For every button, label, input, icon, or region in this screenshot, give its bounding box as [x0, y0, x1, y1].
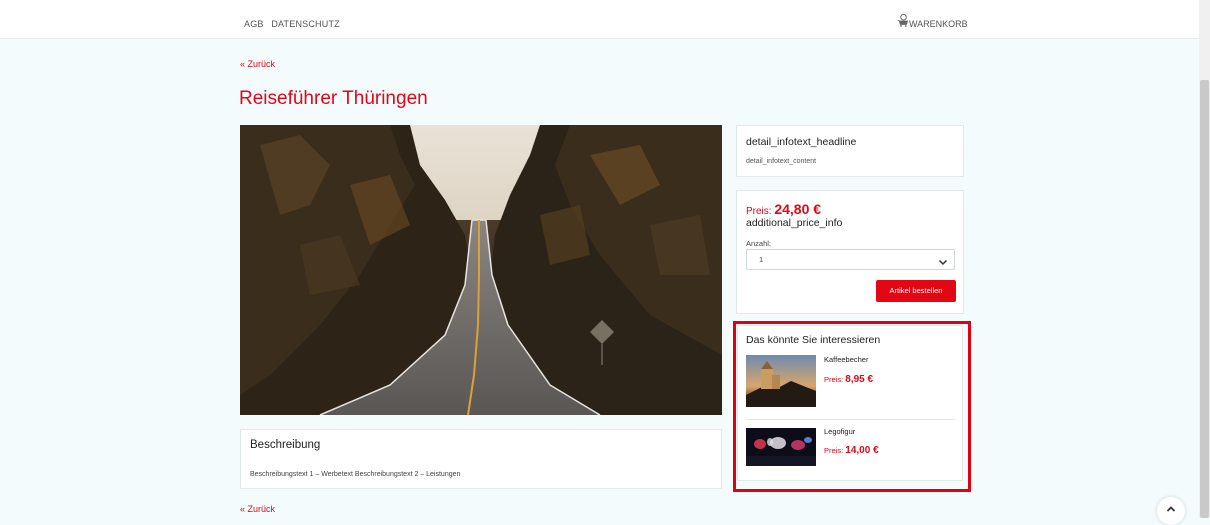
page-title: Reiseführer Thüringen: [239, 88, 428, 109]
price-box: Preis: 24,80 € additional_price_info Anz…: [736, 190, 964, 314]
info-content: detail_infotext_content: [746, 158, 817, 165]
recommendation-price-label: Preis:: [824, 375, 844, 384]
additional-price-info: additional_price_info: [746, 217, 843, 229]
back-link-bottom[interactable]: « Zurück: [240, 504, 275, 514]
top-nav: AGB DATENSCHUTZ: [244, 19, 345, 29]
description-text: Beschreibungstext 1 – Werbetext Beschrei…: [250, 471, 461, 478]
datenschutz-link[interactable]: DATENSCHUTZ: [271, 19, 340, 29]
price-line: Preis: 24,80 €: [746, 201, 821, 217]
description-box: Beschreibung Beschreibungstext 1 – Werbe…: [240, 429, 722, 489]
product-thumbnail[interactable]: [746, 355, 816, 407]
recommendation-price: Preis: 8,95 €: [824, 374, 873, 385]
price-label: Preis:: [746, 206, 772, 217]
price-amount: 24,80 €: [774, 201, 822, 217]
chevron-down-icon: [938, 254, 948, 272]
recommendation-name[interactable]: Legofigur: [824, 427, 855, 436]
info-box: detail_infotext_headline detail_infotext…: [736, 125, 964, 177]
recommendations-heading: Das könnte Sie interessieren: [746, 334, 881, 346]
cart-label: WARENKORB: [909, 19, 968, 29]
order-button[interactable]: Artikel bestellen: [876, 280, 956, 302]
scrollbar-thumb[interactable]: [1200, 80, 1209, 518]
back-link-top[interactable]: « Zurück: [240, 59, 275, 69]
recommendation-price-label: Preis:: [824, 446, 844, 455]
product-image: [240, 125, 722, 415]
recommendations-box: Das könnte Sie interessieren Kaffeebeche…: [737, 325, 963, 481]
scrollbar[interactable]: [1199, 0, 1210, 518]
quantity-value: 1: [759, 255, 764, 264]
recommendation-item[interactable]: Kaffeebecher Preis: 8,95 €: [746, 355, 955, 415]
recommendation-price-amount: 14,00 €: [845, 445, 879, 456]
info-heading: detail_infotext_headline: [746, 136, 857, 148]
recommendation-item[interactable]: Legofigur Preis: 14,00 €: [746, 419, 955, 480]
cart-link[interactable]: WARENKORB: [897, 13, 968, 29]
recommendation-name[interactable]: Kaffeebecher: [824, 355, 868, 364]
quantity-label: Anzahl:: [746, 239, 772, 248]
product-thumbnail[interactable]: [746, 428, 816, 466]
cart-icon: [897, 13, 909, 29]
recommendation-price: Preis: 14,00 €: [824, 445, 879, 456]
quantity-select[interactable]: 1: [746, 249, 955, 270]
agb-link[interactable]: AGB: [244, 19, 264, 29]
top-bar: AGB DATENSCHUTZ WARENKORB: [0, 0, 1199, 39]
description-heading: Beschreibung: [250, 439, 321, 451]
scroll-to-top-button[interactable]: [1157, 497, 1185, 525]
recommendation-price-amount: 8,95 €: [845, 374, 874, 385]
